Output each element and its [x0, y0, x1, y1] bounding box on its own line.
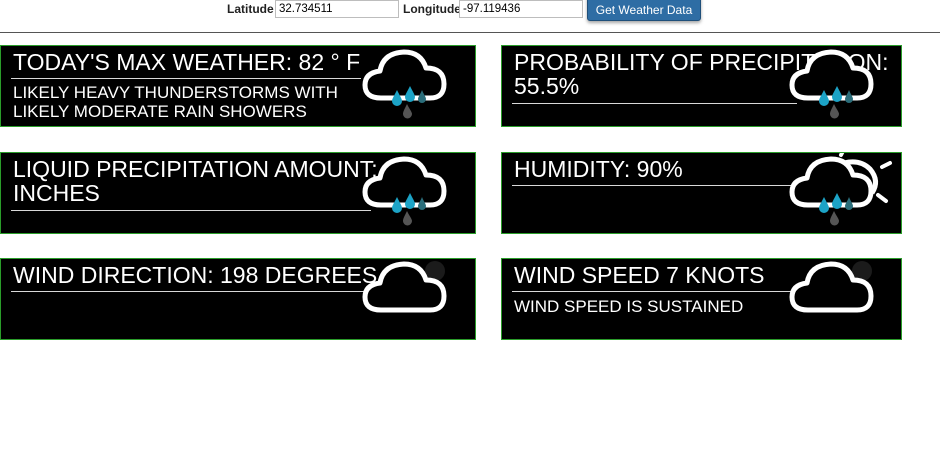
card-title: WIND SPEED 7 KNOTS — [514, 262, 765, 288]
card-title: WIND DIRECTION: 198 DEGREES — [13, 262, 378, 288]
rain-cloud-icon — [362, 156, 447, 226]
card-divider — [512, 103, 797, 104]
latitude-input[interactable] — [275, 0, 399, 18]
cloud-icon — [362, 261, 447, 313]
rain-cloud-icon — [789, 49, 874, 119]
humidity-card: HUMIDITY: 90% — [501, 152, 902, 234]
wind-direction-card: WIND DIRECTION: 198 DEGREES — [0, 258, 476, 340]
cloud-icon — [789, 261, 874, 313]
card-subtitle: WIND SPEED IS SUSTAINED — [514, 297, 744, 316]
longitude-input[interactable] — [459, 0, 583, 18]
card-title: TODAY'S MAX WEATHER: 82 ° F — [13, 49, 361, 75]
card-title: HUMIDITY: 90% — [514, 156, 683, 182]
liquid-precipitation-card: LIQUID PRECIPITATION AMOUNT: 0 INCHES — [0, 152, 476, 234]
card-divider — [512, 185, 797, 186]
card-subtitle: LIKELY HEAVY THUNDERSTORMS WITH LIKELY M… — [13, 83, 338, 121]
card-divider — [11, 210, 371, 211]
latitude-label: Latitude — [227, 2, 274, 16]
longitude-label: Longitude — [403, 2, 461, 16]
location-form: Latitude Longitude Get Weather Data — [0, 0, 940, 33]
card-divider — [11, 291, 371, 292]
wind-speed-card: WIND SPEED 7 KNOTS WIND SPEED IS SUSTAIN… — [501, 258, 902, 340]
sun-rain-cloud-icon — [789, 153, 892, 226]
get-weather-button[interactable]: Get Weather Data — [587, 0, 701, 21]
card-divider — [11, 78, 361, 79]
precipitation-probability-card: PROBABILITY OF PRECIPITATION: 55.5% — [501, 45, 902, 127]
max-temperature-card: TODAY'S MAX WEATHER: 82 ° F LIKELY HEAVY… — [0, 45, 476, 127]
rain-cloud-icon — [362, 49, 447, 119]
card-divider — [512, 291, 797, 292]
